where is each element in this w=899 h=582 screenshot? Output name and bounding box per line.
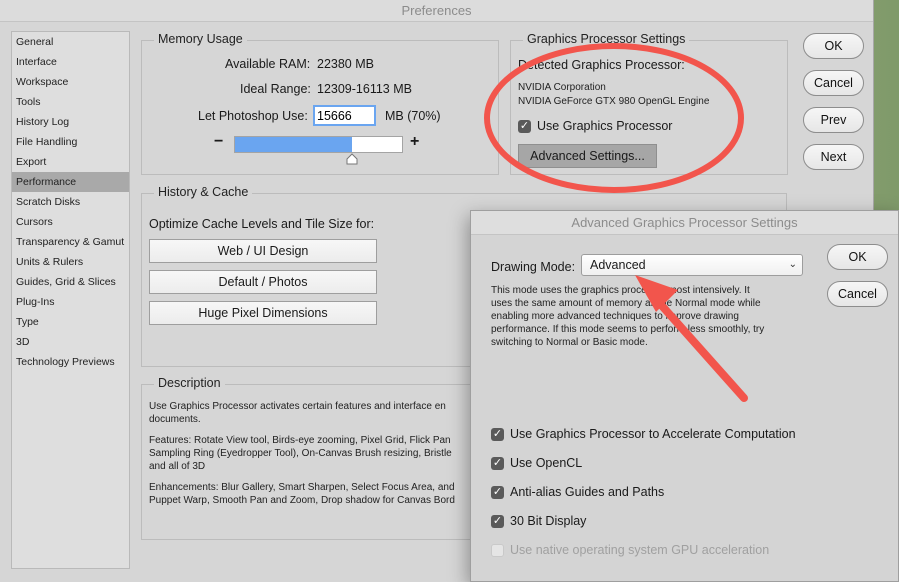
- slider-plus-icon[interactable]: +: [410, 133, 419, 151]
- native-gpu-acceleration-checkbox: [491, 544, 504, 557]
- use-opencl-label: Use OpenCL: [510, 456, 583, 470]
- sidebar-item-scratch-disks[interactable]: Scratch Disks: [12, 192, 129, 212]
- ideal-range-value: 12309-16113 MB: [317, 82, 412, 96]
- history-cache-title: History & Cache: [154, 185, 253, 199]
- sidebar-item-tools[interactable]: Tools: [12, 92, 129, 112]
- use-gpu-checkbox[interactable]: ✓: [518, 120, 531, 133]
- 30-bit-display-label: 30 Bit Display: [510, 514, 587, 528]
- let-photoshop-use-label: Let Photoshop Use:: [198, 109, 308, 123]
- web-ui-design-button[interactable]: Web / UI Design: [149, 239, 377, 263]
- memory-input[interactable]: [313, 105, 376, 126]
- sidebar-item-transparency-gamut[interactable]: Transparency & Gamut: [12, 232, 129, 252]
- sidebar-item-file-handling[interactable]: File Handling: [12, 132, 129, 152]
- sidebar: General Interface Workspace Tools Histor…: [11, 31, 130, 569]
- memory-slider-fill: [235, 137, 352, 152]
- accelerate-computation-label: Use Graphics Processor to Accelerate Com…: [510, 427, 796, 441]
- sidebar-item-plug-ins[interactable]: Plug-Ins: [12, 292, 129, 312]
- memory-slider[interactable]: [234, 136, 403, 153]
- advanced-gpu-dialog: Advanced Graphics Processor Settings Dra…: [470, 210, 899, 582]
- memory-unit: MB (70%): [385, 109, 441, 123]
- sidebar-item-units-rulers[interactable]: Units & Rulers: [12, 252, 129, 272]
- gpu-settings-title: Graphics Processor Settings: [523, 32, 690, 46]
- anti-alias-label: Anti-alias Guides and Paths: [510, 485, 665, 499]
- sidebar-item-guides-grid-slices[interactable]: Guides, Grid & Slices: [12, 272, 129, 292]
- drawing-mode-label: Drawing Mode:: [491, 260, 576, 274]
- ideal-range-label: Ideal Range:: [240, 82, 311, 96]
- cancel-button[interactable]: Cancel: [803, 70, 864, 96]
- native-gpu-acceleration-label: Use native operating system GPU accelera…: [510, 543, 770, 557]
- sidebar-item-performance[interactable]: Performance: [12, 172, 129, 192]
- advanced-cancel-button[interactable]: Cancel: [827, 281, 888, 307]
- advanced-settings-button[interactable]: Advanced Settings...: [518, 144, 657, 168]
- accelerate-computation-checkbox[interactable]: ✓: [491, 428, 504, 441]
- drawing-mode-description: This mode uses the graphics processor mo…: [491, 285, 765, 348]
- advanced-dialog-title: Advanced Graphics Processor Settings: [471, 211, 898, 235]
- memory-usage-title: Memory Usage: [154, 32, 247, 46]
- sidebar-item-history-log[interactable]: History Log: [12, 112, 129, 132]
- sidebar-item-technology-previews[interactable]: Technology Previews: [12, 352, 129, 372]
- default-photos-button[interactable]: Default / Photos: [149, 270, 377, 294]
- sidebar-item-type[interactable]: Type: [12, 312, 129, 332]
- available-ram-value: 22380 MB: [317, 57, 374, 71]
- description-text: Use Graphics Processor activates certain…: [149, 401, 455, 506]
- next-button[interactable]: Next: [803, 144, 864, 170]
- sidebar-item-general[interactable]: General: [12, 32, 129, 52]
- prev-button[interactable]: Prev: [803, 107, 864, 133]
- detected-gpu-label: Detected Graphics Processor:: [518, 58, 685, 72]
- sidebar-item-export[interactable]: Export: [12, 152, 129, 172]
- sidebar-item-workspace[interactable]: Workspace: [12, 72, 129, 92]
- advanced-ok-button[interactable]: OK: [827, 244, 888, 270]
- description-title: Description: [154, 376, 225, 390]
- gpu-vendor: NVIDIA Corporation: [518, 82, 606, 93]
- window-title: Preferences: [0, 0, 873, 22]
- sidebar-item-interface[interactable]: Interface: [12, 52, 129, 72]
- use-opencl-checkbox[interactable]: ✓: [491, 457, 504, 470]
- ok-button[interactable]: OK: [803, 33, 864, 59]
- drawing-mode-select[interactable]: Advanced ⌄: [581, 254, 803, 276]
- slider-minus-icon[interactable]: −: [214, 133, 223, 151]
- drawing-mode-value: Advanced: [590, 258, 646, 272]
- chevron-down-icon: ⌄: [788, 259, 797, 270]
- sidebar-item-3d[interactable]: 3D: [12, 332, 129, 352]
- 30-bit-display-checkbox[interactable]: ✓: [491, 515, 504, 528]
- optimize-cache-label: Optimize Cache Levels and Tile Size for:: [149, 217, 375, 231]
- sidebar-item-cursors[interactable]: Cursors: [12, 212, 129, 232]
- gpu-model: NVIDIA GeForce GTX 980 OpenGL Engine: [518, 96, 710, 107]
- anti-alias-checkbox[interactable]: ✓: [491, 486, 504, 499]
- use-gpu-label: Use Graphics Processor: [537, 119, 673, 133]
- available-ram-label: Available RAM:: [225, 57, 311, 71]
- huge-pixel-dimensions-button[interactable]: Huge Pixel Dimensions: [149, 301, 377, 325]
